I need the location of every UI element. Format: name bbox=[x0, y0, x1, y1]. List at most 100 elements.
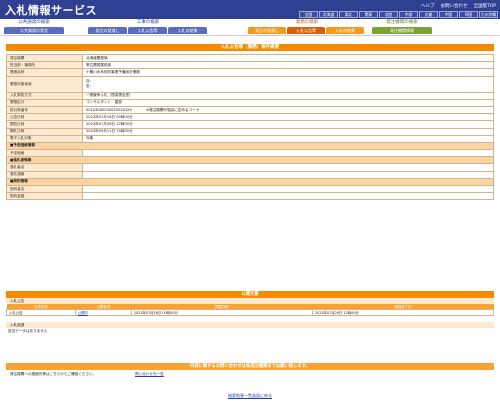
row-value: 00103000030029230194 ※発注機関が独自に定めるコード bbox=[82, 105, 494, 115]
table-row: 契約者名 bbox=[6, 184, 494, 194]
doc-start: 2023年07月18日 00時00分 bbox=[130, 309, 313, 316]
top-links: ヘルプ お問い合わせ 全国版TOP bbox=[421, 3, 496, 9]
detail-title: 入札公告等（業務）案件概要 bbox=[6, 44, 494, 51]
result-text: 該当データはありません bbox=[8, 329, 48, 333]
region-tab[interactable]: 近畿 bbox=[419, 11, 438, 18]
row-key: 落札者名 bbox=[6, 163, 83, 172]
row-key: 電子入札対象 bbox=[6, 134, 83, 143]
row-value bbox=[82, 184, 494, 194]
region-tab[interactable]: 四国 bbox=[459, 11, 478, 18]
row-value: コンサルタント 建設 bbox=[82, 98, 494, 107]
row-value: 対象 bbox=[82, 134, 494, 143]
doc-end: 2023年07月26日 12時00分 bbox=[311, 309, 495, 316]
row-key: 契約者名 bbox=[6, 184, 83, 194]
row-key: 閲覧日時 bbox=[6, 120, 83, 129]
tab-services-result[interactable]: 入札の結果 bbox=[326, 27, 364, 34]
help-link[interactable]: ヘルプ bbox=[421, 3, 435, 9]
inquiry-text: 発注機関への連絡先等はこちらからご確認ください。 bbox=[10, 372, 97, 376]
region-tabs: 全国 北海道 東北 関東 北陸 中部 近畿 中国 四国 九州沖縄 bbox=[299, 11, 498, 18]
public-docs-title: 公開文書 bbox=[6, 291, 494, 298]
row-key: 予定価格 bbox=[6, 149, 83, 158]
table-row: 落札価格 bbox=[6, 170, 494, 179]
row-key: 開札日時 bbox=[6, 127, 83, 136]
table-row: 業務対象地域 自： 至： bbox=[6, 75, 494, 93]
public-docs: 公開文書 入札公告 文書名称 公開状況 掲載日時 閲覧終了日 入札公告 公開中 … bbox=[6, 291, 495, 334]
table-row: 業務区分 コンサルタント 建設 bbox=[6, 98, 494, 107]
tab-works-notice[interactable]: 入札公告等 bbox=[128, 27, 167, 34]
section-header: ■契約情報 bbox=[6, 177, 494, 187]
section-label: ■落札者情報 bbox=[6, 156, 494, 165]
tab-agency-info[interactable]: 発注機関情報 bbox=[372, 27, 432, 34]
section-label: ■予定価格情報 bbox=[6, 141, 494, 151]
table-row: 入札公告 公開中 2023年07月18日 00時00分 2023年07月26日 … bbox=[6, 309, 495, 316]
table-row: 予定価格 bbox=[6, 149, 494, 158]
row-key: 公告日時 bbox=[6, 113, 83, 122]
row-value: 2023年07月18日 00時00分 bbox=[82, 113, 494, 122]
row-value: 十勝川水系砂防事業予備設計業務 bbox=[82, 68, 494, 77]
public-docs-table: 文書名称 公開状況 掲載日時 閲覧終了日 入札公告 公開中 2023年07月18… bbox=[6, 304, 495, 316]
section-header: ■予定価格情報 bbox=[6, 141, 494, 151]
contact-link[interactable]: お問い合わせ bbox=[440, 3, 467, 9]
inquiry-link[interactable]: 問い合わせ先一覧 bbox=[135, 370, 164, 378]
region-tab[interactable]: 九州沖縄 bbox=[479, 11, 498, 18]
row-key: 設計書番号 bbox=[6, 105, 83, 115]
inquiry: 内容に関するお問い合わせは各発注機関までお願い致します。 発注機関への連絡先等は… bbox=[6, 363, 494, 378]
row-value: 自： 至： bbox=[82, 75, 494, 93]
row-value bbox=[82, 170, 494, 179]
row-key: 発注機関 bbox=[6, 53, 83, 63]
category-bar: 公共調達の検索 公共調達の状況 工事の検索 発注の見通し 入札公告等 入札の結果… bbox=[0, 19, 500, 36]
category-public: 公共調達の検索 公共調達の状況 bbox=[4, 20, 64, 36]
row-value: 一般競争入札（簡易提出型） bbox=[82, 91, 494, 100]
row-key: 落札価格 bbox=[6, 170, 83, 179]
table-row: 業務名称 十勝川水系砂防事業予備設計業務 bbox=[6, 68, 494, 77]
row-key: 業務対象地域 bbox=[6, 75, 83, 93]
region-tab[interactable]: 北海道 bbox=[319, 11, 338, 18]
row-key: 担当部・事務所 bbox=[6, 61, 83, 70]
table-row: 落札者名 bbox=[6, 163, 494, 172]
region-tab[interactable]: 東北 bbox=[339, 11, 358, 18]
category-works: 工事の検索 発注の見通し 入札公告等 入札の結果 bbox=[88, 20, 208, 36]
table-row: 担当部・事務所 帯広開発建設部 bbox=[6, 61, 494, 70]
region-tab[interactable]: 中国 bbox=[439, 11, 458, 18]
table-row: 設計書番号 00103000030029230194 ※発注機関が独自に定めるコー… bbox=[6, 105, 494, 115]
category-agency: 発注機関の検索 発注機関情報 bbox=[372, 20, 432, 36]
tab-works-outlook[interactable]: 発注の見通し bbox=[88, 27, 127, 34]
table-row: 契約金額 bbox=[6, 192, 494, 201]
row-value bbox=[82, 149, 494, 158]
tab-services-outlook[interactable]: 発注の見通し bbox=[248, 27, 286, 34]
category-services: 業務の検索 発注の見通し 入札公告等 入札の結果 bbox=[248, 20, 366, 36]
region-tab[interactable]: 中部 bbox=[399, 11, 418, 18]
table-row: 発注機関 北海道開発局 bbox=[6, 53, 494, 63]
tab-services-notice[interactable]: 入札公告等 bbox=[287, 27, 325, 34]
row-key: 入札契約方式 bbox=[6, 91, 83, 100]
table-row: 閲覧日時 2023年07月26日 12時00分 bbox=[6, 120, 494, 129]
row-key: 業務区分 bbox=[6, 98, 83, 107]
app-title: 入札情報サービス bbox=[5, 4, 97, 17]
inquiry-bar: 内容に関するお問い合わせは各発注機関までお願い致します。 bbox=[6, 363, 494, 370]
row-key: 契約金額 bbox=[6, 192, 83, 201]
national-top-link[interactable]: 全国版TOP bbox=[473, 3, 496, 9]
table-row: 入札契約方式 一般競争入札（簡易提出型） bbox=[6, 91, 494, 100]
doc-status-link[interactable]: 公開中 bbox=[78, 311, 88, 315]
row-value bbox=[82, 192, 494, 201]
tab-works-result[interactable]: 入札の結果 bbox=[168, 27, 207, 34]
row-value: 2023年09月11日 15時00分 bbox=[82, 127, 494, 136]
table-row: 電子入札対象 対象 bbox=[6, 134, 494, 143]
row-value: 2023年07月26日 12時00分 bbox=[82, 120, 494, 129]
tab-public-status[interactable]: 公共調達の状況 bbox=[4, 27, 64, 34]
section-label: ■契約情報 bbox=[6, 177, 494, 187]
doc-name: 入札公告 bbox=[6, 309, 76, 316]
row-value: 北海道開発局 bbox=[82, 53, 494, 63]
back-to-results-link[interactable]: 検索結果一覧画面に戻る bbox=[228, 393, 272, 398]
row-value bbox=[82, 163, 494, 172]
region-tab[interactable]: 北陸 bbox=[379, 11, 398, 18]
section-header: ■落札者情報 bbox=[6, 156, 494, 165]
table-row: 開札日時 2023年09月11日 15時00分 bbox=[6, 127, 494, 136]
region-tab[interactable]: 全国 bbox=[299, 11, 318, 18]
region-tab[interactable]: 関東 bbox=[359, 11, 378, 18]
detail-table: 発注機関 北海道開発局 担当部・事務所 帯広開発建設部 業務名称 十勝川水系砂防事業予備設… bbox=[6, 53, 494, 201]
table-row: 公告日時 2023年07月18日 00時00分 bbox=[6, 113, 494, 122]
header: 入札情報サービス ヘルプ お問い合わせ 全国版TOP 全国 北海道 東北 関東 … bbox=[0, 0, 500, 19]
row-key: 業務名称 bbox=[6, 68, 83, 77]
page: 入札情報サービス ヘルプ お問い合わせ 全国版TOP 全国 北海道 東北 関東 … bbox=[0, 0, 500, 409]
